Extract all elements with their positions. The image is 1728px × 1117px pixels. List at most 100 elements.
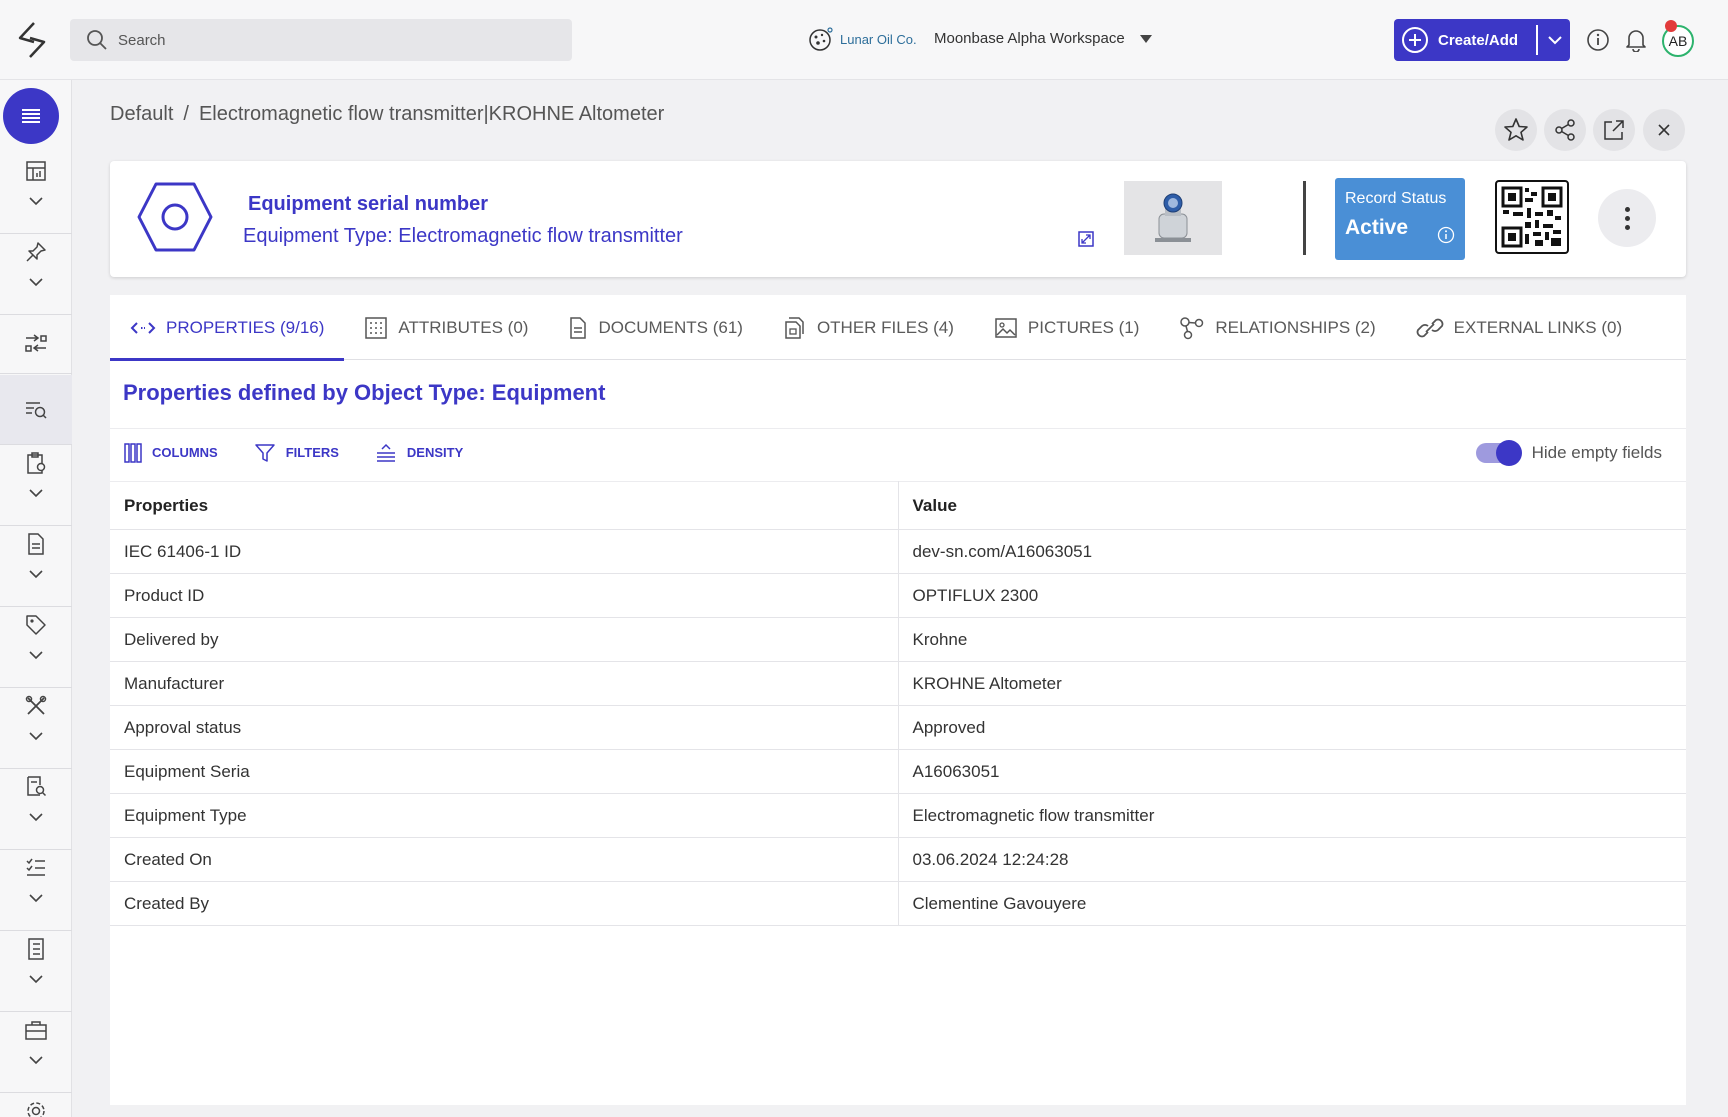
breadcrumb: Default / Electromagnetic flow transmitt…	[110, 103, 664, 126]
image-icon	[995, 317, 1017, 338]
share-button[interactable]	[1544, 109, 1586, 151]
table-row[interactable]: Manufacturer KROHNE Altometer	[110, 661, 1686, 706]
chevron-down-icon[interactable]	[28, 974, 44, 984]
record-status-box: Record Status Active	[1335, 178, 1465, 260]
create-dropdown-chevron-icon[interactable]	[1542, 25, 1568, 55]
property-value: OPTIFLUX 2300	[898, 573, 1686, 618]
bell-icon[interactable]	[1622, 26, 1650, 54]
breadcrumb-current: Electromagnetic flow transmitter|KROHNE …	[198, 103, 665, 125]
search-input[interactable]: Search	[70, 19, 572, 61]
equipment-thumbnail[interactable]	[1124, 181, 1222, 255]
table-row[interactable]: Created On 03.06.2024 12:24:28	[110, 837, 1686, 882]
column-header-value[interactable]: Value	[898, 481, 1686, 530]
toolbox-icon	[25, 1021, 47, 1040]
filter-icon	[254, 443, 275, 462]
sidebar-item-pinned[interactable]	[0, 235, 72, 315]
columns-button[interactable]: COLUMNS	[124, 442, 218, 463]
sidebar-item-workflow[interactable]	[0, 316, 72, 374]
expand-icon[interactable]	[1078, 231, 1094, 247]
chevron-down-icon[interactable]	[28, 731, 44, 741]
app-logo-icon[interactable]	[14, 20, 50, 60]
tag-icon	[26, 615, 46, 635]
sidebar-item-checklist[interactable]	[0, 851, 72, 931]
open-external-button[interactable]	[1593, 109, 1635, 151]
external-open-icon	[1604, 120, 1624, 140]
sidebar-item-dashboard[interactable]	[0, 154, 72, 234]
files-icon	[785, 316, 804, 339]
hex-nut-icon	[137, 182, 213, 252]
info-icon[interactable]	[1584, 26, 1612, 54]
chevron-down-icon[interactable]	[28, 893, 44, 903]
density-button[interactable]: DENSITY	[375, 443, 463, 463]
tab-attributes[interactable]: ATTRIBUTES (0)	[344, 295, 548, 360]
chevron-down-icon[interactable]	[28, 277, 44, 287]
report-search-icon	[27, 776, 47, 797]
header-divider	[1303, 181, 1306, 255]
close-button[interactable]	[1643, 109, 1685, 151]
sidebar-item-tools[interactable]	[0, 689, 72, 769]
sidebar-item-notebook[interactable]	[0, 932, 72, 1012]
tab-label: DOCUMENTS (61)	[598, 317, 743, 337]
workflow-icon	[25, 333, 47, 352]
favorite-button[interactable]	[1495, 109, 1537, 151]
search-placeholder: Search	[118, 31, 166, 49]
tab-other-files[interactable]: OTHER FILES (4)	[763, 295, 974, 360]
chevron-down-icon[interactable]	[28, 488, 44, 498]
tab-external-links[interactable]: EXTERNAL LINKS (0)	[1396, 295, 1642, 360]
notification-dot	[1665, 20, 1677, 32]
property-name: IEC 61406-1 ID	[110, 529, 899, 574]
table-row[interactable]: Product ID OPTIFLUX 2300	[110, 573, 1686, 618]
sidebar-item-clipboard-settings[interactable]	[0, 446, 72, 526]
sidebar-item-documents[interactable]	[0, 527, 72, 607]
property-value: Krohne	[898, 617, 1686, 662]
chevron-down-icon[interactable]	[28, 1055, 44, 1065]
chevron-down-icon[interactable]	[28, 650, 44, 660]
grid-icon	[365, 316, 388, 339]
filters-button[interactable]: FILTERS	[254, 443, 339, 463]
hide-empty-fields-toggle[interactable]	[1475, 440, 1522, 466]
filters-label: FILTERS	[285, 445, 339, 460]
tab-pictures[interactable]: PICTURES (1)	[974, 295, 1159, 360]
more-options-button[interactable]	[1598, 189, 1656, 247]
tab-relationships[interactable]: RELATIONSHIPS (2)	[1159, 295, 1395, 360]
tab-documents[interactable]: DOCUMENTS (61)	[548, 295, 763, 360]
breadcrumb-root[interactable]: Default	[110, 103, 173, 126]
table-row[interactable]: Equipment Type Electromagnetic flow trans…	[110, 793, 1686, 838]
tab-properties[interactable]: PROPERTIES (9/16)	[110, 295, 345, 361]
hide-empty-fields-control: Hide empty fields	[1475, 440, 1662, 466]
sidebar-item-report-search[interactable]	[0, 770, 72, 850]
info-icon[interactable]	[1437, 226, 1455, 244]
table-row[interactable]: Equipment Seria A16063051	[110, 749, 1686, 794]
qr-code-icon[interactable]	[1495, 180, 1569, 254]
column-header-properties[interactable]: Properties	[110, 481, 899, 530]
gear-icon	[27, 1102, 45, 1117]
create-add-button[interactable]: Create/Add	[1394, 19, 1570, 61]
property-value: Approved	[898, 705, 1686, 750]
tab-label: ATTRIBUTES (0)	[398, 317, 529, 337]
density-label: DENSITY	[406, 445, 464, 460]
columns-label: COLUMNS	[152, 445, 218, 460]
table-row[interactable]: IEC 61406-1 ID dev-sn.com/A16063051	[110, 529, 1686, 574]
chevron-down-icon[interactable]	[28, 196, 44, 206]
star-icon	[1504, 118, 1528, 141]
notebook-icon	[28, 938, 44, 960]
sidebar-item-settings[interactable]	[0, 1094, 72, 1117]
company-name: Lunar Oil Co.	[840, 31, 917, 47]
workspace-selector[interactable]: Moonbase Alpha Workspace	[934, 30, 1153, 47]
sidebar-item-search-list[interactable]	[0, 375, 72, 445]
property-value: dev-sn.com/A16063051	[898, 529, 1686, 574]
flow-transmitter-image-icon	[1155, 193, 1191, 242]
table-row[interactable]: Approval status Approved	[110, 705, 1686, 750]
chevron-down-icon[interactable]	[28, 569, 44, 579]
table-row[interactable]: Delivered by Krohne	[110, 617, 1686, 662]
table-row[interactable]: Created By Clementine Gavouyere	[110, 881, 1686, 926]
breadcrumb-separator: /	[183, 103, 189, 125]
top-bar: Search Lunar Oil Co. Moonbase Alpha Work…	[0, 0, 1728, 80]
property-value: 03.06.2024 12:24:28	[898, 837, 1686, 882]
sidebar-item-tags[interactable]	[0, 608, 72, 688]
property-name: Equipment Seria	[110, 749, 899, 794]
chevron-down-icon[interactable]	[28, 812, 44, 822]
checklist-icon	[26, 858, 45, 876]
menu-button[interactable]	[3, 88, 59, 144]
sidebar-item-toolbox[interactable]	[0, 1013, 72, 1093]
